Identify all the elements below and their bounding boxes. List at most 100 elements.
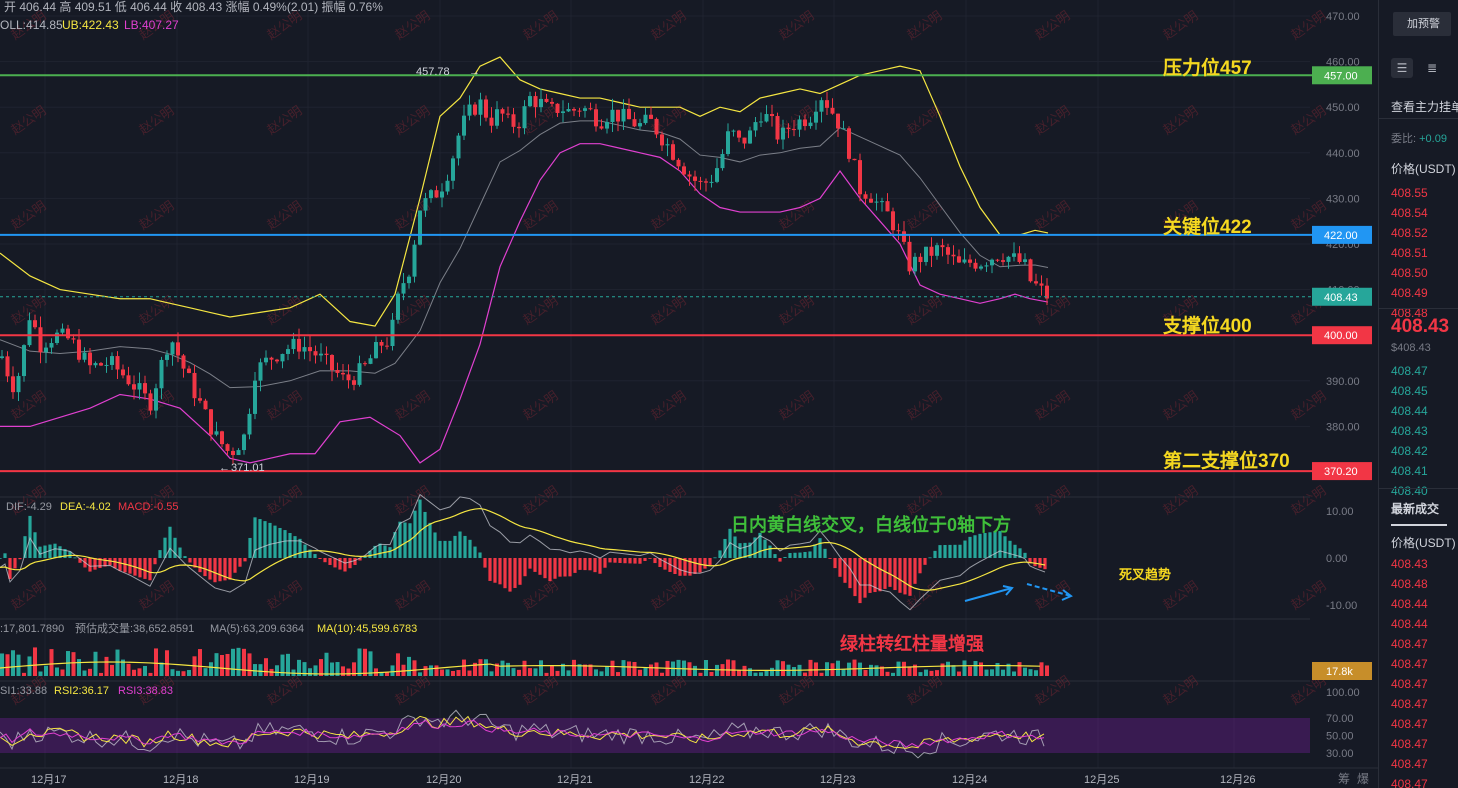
candle-up bbox=[528, 96, 532, 107]
volume-bar bbox=[737, 669, 741, 676]
macd-tick-label: -10.00 bbox=[1326, 600, 1357, 612]
candle-up bbox=[720, 154, 725, 169]
volume-bar bbox=[759, 672, 763, 676]
candle-up bbox=[137, 383, 142, 390]
bids-row[interactable]: 408.47 bbox=[1391, 364, 1428, 378]
price-tick-label: 390.00 bbox=[1326, 376, 1360, 388]
trades-row[interactable]: 408.47 bbox=[1391, 777, 1428, 788]
asks-row[interactable]: 408.49 bbox=[1391, 286, 1428, 300]
volume-bar bbox=[390, 665, 395, 676]
time-axis[interactable]: 12月17 12月18 12月19 12月20 12月21 12月22 12月23 12月24… bbox=[31, 774, 1255, 786]
candle-down bbox=[533, 96, 538, 108]
volume-bar bbox=[231, 648, 235, 676]
macd-histogram-bar bbox=[1023, 552, 1027, 558]
trades-row[interactable]: 408.44 bbox=[1391, 597, 1428, 611]
volume-bar bbox=[60, 669, 65, 676]
candle-down bbox=[830, 107, 835, 114]
volume-bar bbox=[599, 671, 604, 676]
trades-tab[interactable]: 最新成交 bbox=[1391, 500, 1439, 517]
candle-up bbox=[462, 115, 466, 136]
volume-bar bbox=[770, 667, 774, 676]
macd-histogram-bar bbox=[238, 558, 242, 567]
candle-down bbox=[308, 347, 312, 352]
watermark-text: 赵公明 bbox=[136, 103, 177, 138]
volume-bar bbox=[1039, 662, 1044, 676]
candle-up bbox=[110, 356, 114, 365]
bids-row[interactable]: 408.44 bbox=[1391, 404, 1428, 418]
macd-histogram-bar bbox=[723, 538, 727, 558]
candle-down bbox=[649, 114, 653, 119]
macd-histogram-bar bbox=[478, 552, 482, 558]
candle-down bbox=[473, 104, 477, 115]
volume-bar bbox=[704, 660, 708, 676]
orderbook-both-icon[interactable]: ☰ bbox=[1391, 58, 1413, 78]
volume-bar bbox=[506, 662, 510, 676]
orderbook-list-icon[interactable]: ≣ bbox=[1421, 58, 1443, 78]
candle-down bbox=[544, 98, 549, 102]
candle-down bbox=[863, 194, 868, 199]
trades-row[interactable]: 408.47 bbox=[1391, 657, 1428, 671]
trades-row[interactable]: 408.47 bbox=[1391, 737, 1428, 751]
scale-toggle-label2[interactable]: 爆 bbox=[1357, 772, 1369, 786]
volume-bar bbox=[418, 672, 422, 676]
macd-histogram-bar bbox=[518, 558, 522, 585]
candle-down bbox=[698, 180, 703, 182]
macd-histogram-bar bbox=[908, 558, 912, 596]
bids-row[interactable]: 408.42 bbox=[1391, 444, 1428, 458]
macd-histogram-bar bbox=[898, 558, 902, 593]
candle-up bbox=[291, 338, 296, 350]
candle-up bbox=[27, 320, 32, 346]
trades-row[interactable]: 408.44 bbox=[1391, 617, 1428, 631]
candle-down bbox=[335, 370, 340, 373]
add-alert-button[interactable]: 加预警 bbox=[1393, 12, 1451, 36]
volume-bar bbox=[165, 650, 169, 676]
asks-row[interactable]: 408.50 bbox=[1391, 266, 1428, 280]
macd-histogram-bar bbox=[503, 558, 507, 589]
macd-histogram-bar bbox=[313, 554, 317, 558]
low-arrow: ← bbox=[219, 462, 230, 474]
candle-up bbox=[935, 245, 939, 256]
trades-row[interactable]: 408.43 bbox=[1391, 557, 1428, 571]
watermark-text: 赵公明 bbox=[520, 578, 561, 613]
candle-up bbox=[748, 130, 752, 144]
watermark-text: 赵公明 bbox=[8, 103, 49, 138]
price-axis[interactable]: 470.00460.00450.00440.00430.00420.00410.… bbox=[1312, 11, 1372, 760]
bids-row[interactable]: 408.41 bbox=[1391, 464, 1428, 478]
asks-row[interactable]: 408.54 bbox=[1391, 206, 1428, 220]
candle-down bbox=[742, 137, 747, 144]
candle-up bbox=[913, 256, 917, 272]
bids-row[interactable]: 408.43 bbox=[1391, 424, 1428, 438]
candle-down bbox=[71, 338, 76, 340]
watermark-text: 赵公明 bbox=[136, 578, 177, 613]
volume-bar bbox=[445, 669, 450, 676]
candle-up bbox=[236, 450, 241, 456]
candle-up bbox=[495, 109, 499, 126]
trades-row[interactable]: 408.47 bbox=[1391, 757, 1428, 771]
orderbook-title[interactable]: 查看主力挂单 bbox=[1391, 98, 1458, 115]
macd-histogram-bar bbox=[923, 558, 927, 565]
macd-histogram-bar bbox=[943, 544, 947, 558]
trades-row[interactable]: 408.47 bbox=[1391, 677, 1428, 691]
time-tick-label: 12月18 bbox=[163, 774, 198, 786]
kline-chart[interactable]: 赵公明 赵公明 赵公明 赵公明 赵公明 赵公明 赵公明 赵公明 赵公明 赵公明 赵公明赵公明 赵公明赵… bbox=[0, 0, 1378, 788]
bids-row[interactable]: 408.40 bbox=[1391, 484, 1428, 498]
trades-row[interactable]: 408.47 bbox=[1391, 717, 1428, 731]
last-price-usd: $408.43 bbox=[1391, 342, 1431, 354]
scale-toggle-label[interactable]: 筹 bbox=[1338, 772, 1350, 786]
trades-row[interactable]: 408.47 bbox=[1391, 637, 1428, 651]
macd-histogram-bar bbox=[838, 558, 842, 577]
asks-row[interactable]: 408.55 bbox=[1391, 186, 1428, 200]
volume-bar bbox=[814, 662, 818, 676]
bids-row[interactable]: 408.45 bbox=[1391, 384, 1428, 398]
candle-up bbox=[610, 109, 615, 123]
boll-mid-label: OLL:414.85 bbox=[0, 18, 63, 32]
time-tick-label: 12月19 bbox=[294, 774, 329, 786]
volume-bar bbox=[478, 659, 483, 676]
rsi-tick-label: 70.00 bbox=[1326, 713, 1354, 725]
asks-row[interactable]: 408.52 bbox=[1391, 226, 1428, 240]
trades-row[interactable]: 408.47 bbox=[1391, 697, 1428, 711]
trades-row[interactable]: 408.48 bbox=[1391, 577, 1428, 591]
volume-bar bbox=[891, 672, 895, 676]
asks-row[interactable]: 408.51 bbox=[1391, 246, 1428, 260]
macd-histogram-bar bbox=[438, 540, 442, 558]
